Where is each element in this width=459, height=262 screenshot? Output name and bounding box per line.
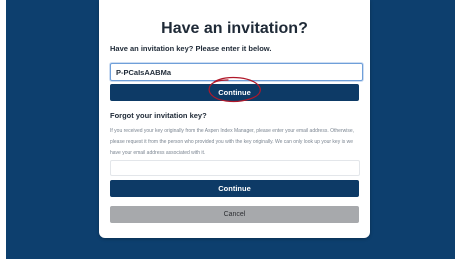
invitation-key-input[interactable]: [110, 63, 363, 81]
forgot-key-heading: Forgot your invitation key?: [110, 111, 207, 120]
cancel-button[interactable]: Cancel: [110, 206, 359, 223]
page: Have an invitation? Have an invitation k…: [0, 0, 459, 262]
continue-button[interactable]: Continue: [110, 84, 359, 101]
forgot-continue-button[interactable]: Continue: [110, 180, 359, 197]
invitation-key-prompt: Have an invitation key? Please enter it …: [110, 44, 272, 53]
invitation-dialog: Have an invitation? Have an invitation k…: [99, 0, 370, 238]
email-input[interactable]: [110, 160, 360, 176]
dialog-title: Have an invitation?: [161, 20, 308, 37]
forgot-key-help-text: If you received your key originally from…: [110, 128, 355, 156]
